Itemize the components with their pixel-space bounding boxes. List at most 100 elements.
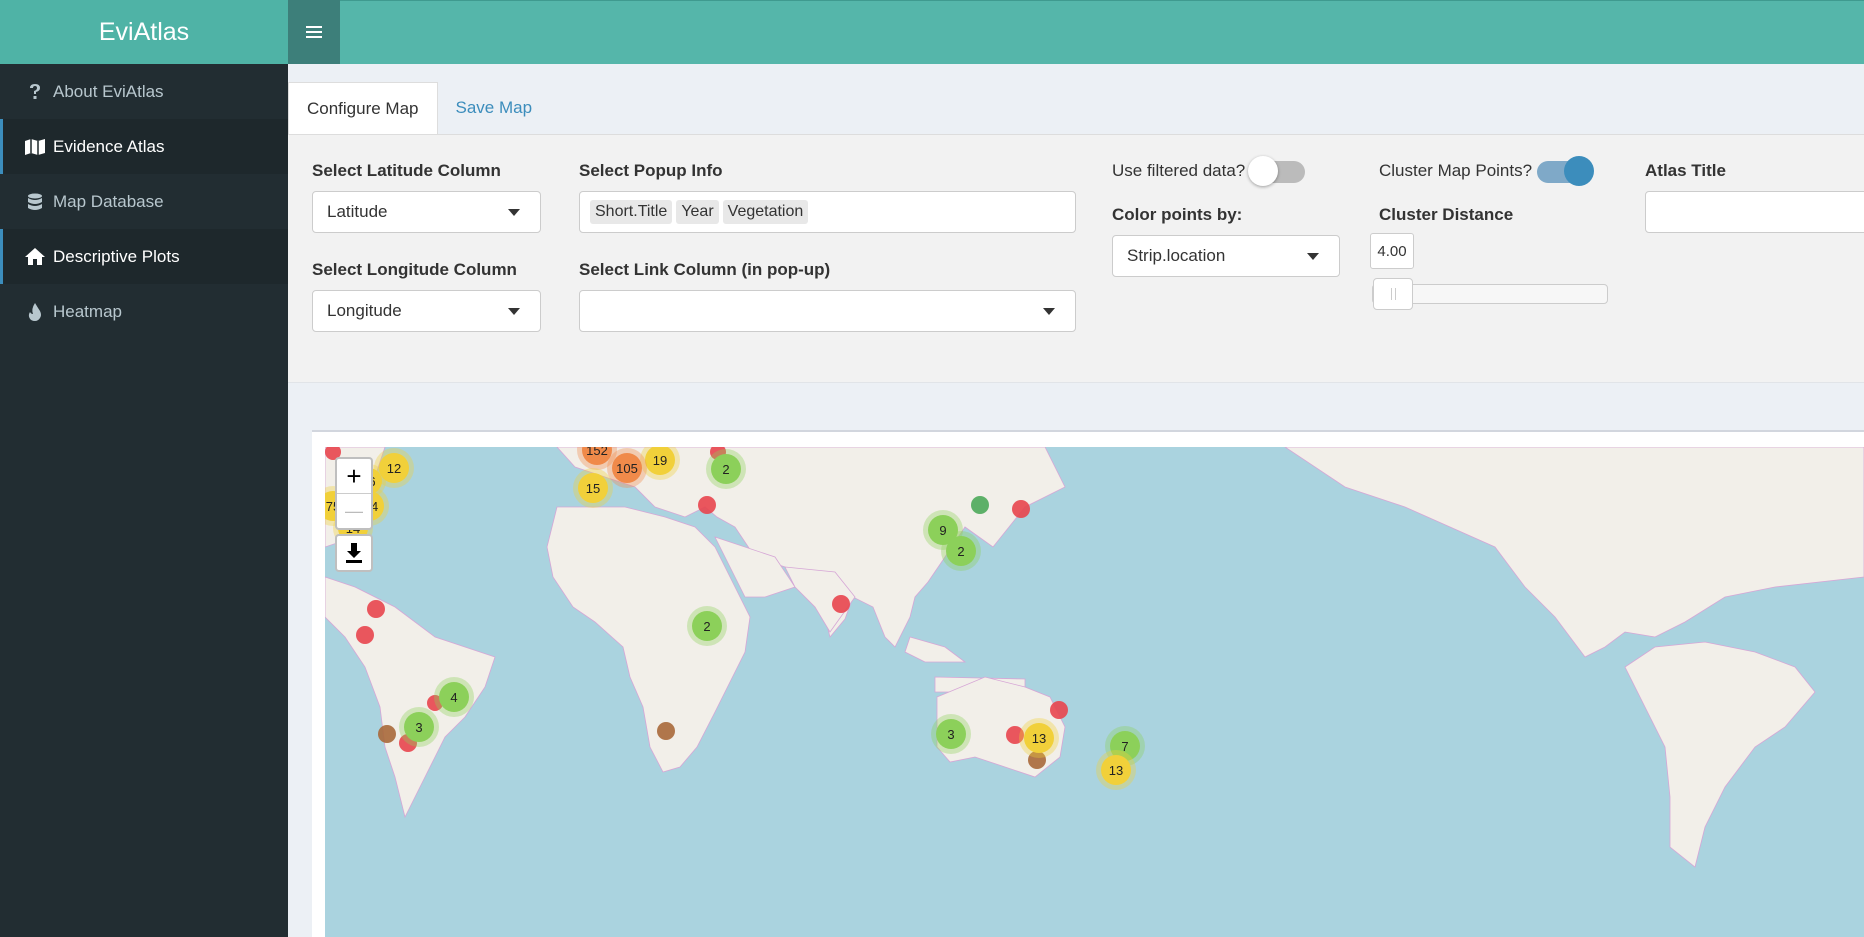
question-icon bbox=[25, 83, 45, 101]
fire-icon bbox=[25, 302, 45, 321]
cluster-distance-slider[interactable] bbox=[1372, 278, 1608, 310]
svg-text:152: 152 bbox=[586, 447, 608, 458]
sidebar-item-label: Descriptive Plots bbox=[53, 246, 180, 266]
toggle-knob bbox=[1248, 156, 1278, 186]
longitude-label: Select Longitude Column bbox=[312, 260, 517, 279]
popup-chip[interactable]: Vegetation bbox=[722, 200, 809, 224]
cluster-points-toggle[interactable] bbox=[1537, 156, 1594, 186]
sidebar-item-map-database[interactable]: Map Database bbox=[0, 174, 288, 229]
sidebar-item-heatmap[interactable]: Heatmap bbox=[0, 284, 288, 339]
sidebar-item-label: Heatmap bbox=[53, 301, 122, 321]
world-map-canvas[interactable]: 152 19 105 2 15 12 6 54 75 14 9 2 2 4 3 … bbox=[325, 447, 1864, 937]
zoom-in-button[interactable]: + bbox=[337, 459, 371, 494]
link-column-label: Select Link Column (in pop-up) bbox=[579, 260, 831, 279]
download-control bbox=[335, 534, 373, 572]
configure-map-panel: Select Latitude Column Latitude Select L… bbox=[288, 134, 1864, 383]
top-navbar bbox=[288, 0, 1864, 64]
cluster-marker[interactable]: 105 bbox=[607, 448, 647, 488]
svg-text:19: 19 bbox=[653, 453, 667, 468]
tab-save-map[interactable]: Save Map bbox=[438, 82, 551, 134]
latitude-select-value: Latitude bbox=[327, 202, 388, 221]
svg-text:105: 105 bbox=[616, 461, 638, 476]
svg-text:15: 15 bbox=[586, 481, 600, 496]
map-point-marker[interactable] bbox=[657, 722, 675, 740]
map-point-marker[interactable] bbox=[378, 725, 396, 743]
map-point-marker[interactable] bbox=[1012, 500, 1030, 518]
cluster-marker[interactable]: 2 bbox=[706, 449, 746, 489]
filtered-data-label: Use filtered data? bbox=[1112, 161, 1246, 180]
cluster-marker[interactable]: 2 bbox=[941, 531, 981, 571]
link-column-select[interactable] bbox=[579, 290, 1076, 332]
sidebar-item-evidence-atlas[interactable]: Evidence Atlas bbox=[0, 119, 288, 174]
popup-info-label: Select Popup Info bbox=[579, 161, 723, 180]
latitude-label: Select Latitude Column bbox=[312, 161, 501, 180]
svg-text:2: 2 bbox=[957, 544, 964, 559]
color-points-select[interactable]: Strip.location bbox=[1112, 235, 1340, 277]
sidebar-item-descriptive-plots[interactable]: Descriptive Plots bbox=[0, 229, 288, 284]
cluster-marker[interactable]: 2 bbox=[687, 606, 727, 646]
cluster-marker[interactable]: 13 bbox=[1019, 718, 1059, 758]
home-icon bbox=[25, 248, 45, 265]
svg-text:12: 12 bbox=[387, 461, 401, 476]
filtered-data-toggle[interactable] bbox=[1248, 156, 1305, 186]
tab-label: Configure Map bbox=[307, 98, 419, 118]
cluster-marker[interactable]: 3 bbox=[399, 707, 439, 747]
zoom-control: + — bbox=[335, 457, 373, 530]
svg-text:3: 3 bbox=[415, 720, 422, 735]
dropdown-arrow-icon bbox=[1043, 308, 1055, 315]
sidebar-item-label: About EviAtlas bbox=[53, 81, 164, 101]
database-icon bbox=[25, 193, 45, 211]
sidebar-item-about[interactable]: About EviAtlas bbox=[0, 64, 288, 119]
map-point-marker[interactable] bbox=[971, 496, 989, 514]
longitude-select-value: Longitude bbox=[327, 301, 402, 320]
sidebar-item-label: Evidence Atlas bbox=[53, 136, 165, 156]
atlas-title-input[interactable] bbox=[1645, 191, 1864, 233]
tab-bar: Configure Map Save Map bbox=[288, 82, 550, 134]
slider-handle[interactable] bbox=[1373, 278, 1413, 310]
svg-text:2: 2 bbox=[703, 619, 710, 634]
dropdown-arrow-icon bbox=[508, 209, 520, 216]
app-title: EviAtlas bbox=[98, 17, 190, 46]
hamburger-icon bbox=[306, 23, 322, 41]
cluster-marker[interactable]: 3 bbox=[931, 714, 971, 754]
popup-info-multiselect[interactable]: Short.Title Year Vegetation bbox=[579, 191, 1076, 233]
toggle-knob bbox=[1564, 156, 1594, 186]
map-point-marker[interactable] bbox=[698, 496, 716, 514]
sidebar-item-label: Map Database bbox=[53, 191, 164, 211]
dropdown-arrow-icon bbox=[508, 308, 520, 315]
leaflet-map[interactable]: 152 19 105 2 15 12 6 54 75 14 9 2 2 4 3 … bbox=[325, 447, 1864, 937]
color-points-select-value: Strip.location bbox=[1127, 246, 1226, 265]
longitude-select[interactable]: Longitude bbox=[312, 290, 541, 332]
tab-label: Save Map bbox=[455, 98, 533, 117]
download-icon bbox=[346, 543, 362, 563]
cluster-distance-value: 4.00 bbox=[1370, 233, 1414, 269]
svg-text:13: 13 bbox=[1109, 763, 1123, 778]
map-point-marker[interactable] bbox=[1050, 701, 1068, 719]
app-logo-title[interactable]: EviAtlas bbox=[0, 0, 288, 64]
cluster-marker[interactable]: 13 bbox=[1096, 750, 1136, 790]
cluster-marker[interactable]: 4 bbox=[434, 677, 474, 717]
map-point-marker[interactable] bbox=[356, 626, 374, 644]
cluster-points-label: Cluster Map Points? bbox=[1379, 161, 1533, 180]
svg-text:13: 13 bbox=[1032, 731, 1046, 746]
dropdown-arrow-icon bbox=[1307, 253, 1319, 260]
svg-text:9: 9 bbox=[939, 523, 946, 538]
atlas-title-label: Atlas Title bbox=[1645, 161, 1726, 180]
cluster-distance-label: Cluster Distance bbox=[1379, 205, 1514, 224]
popup-chip[interactable]: Year bbox=[676, 200, 719, 224]
download-button[interactable] bbox=[337, 536, 371, 570]
zoom-out-button[interactable]: — bbox=[337, 494, 371, 528]
svg-text:3: 3 bbox=[947, 727, 954, 742]
map-point-marker[interactable] bbox=[367, 600, 385, 618]
sidebar-toggle-button[interactable] bbox=[288, 0, 340, 64]
tab-configure-map[interactable]: Configure Map bbox=[288, 82, 438, 134]
color-points-label: Color points by: bbox=[1112, 205, 1243, 224]
svg-text:4: 4 bbox=[450, 690, 457, 705]
latitude-select[interactable]: Latitude bbox=[312, 191, 541, 233]
map-icon bbox=[25, 138, 45, 155]
sidebar: About EviAtlas Evidence Atlas Map Databa… bbox=[0, 64, 288, 937]
cluster-marker[interactable]: 15 bbox=[573, 468, 613, 508]
popup-chip[interactable]: Short.Title bbox=[590, 200, 673, 224]
svg-text:2: 2 bbox=[722, 462, 729, 477]
map-point-marker[interactable] bbox=[832, 595, 850, 613]
